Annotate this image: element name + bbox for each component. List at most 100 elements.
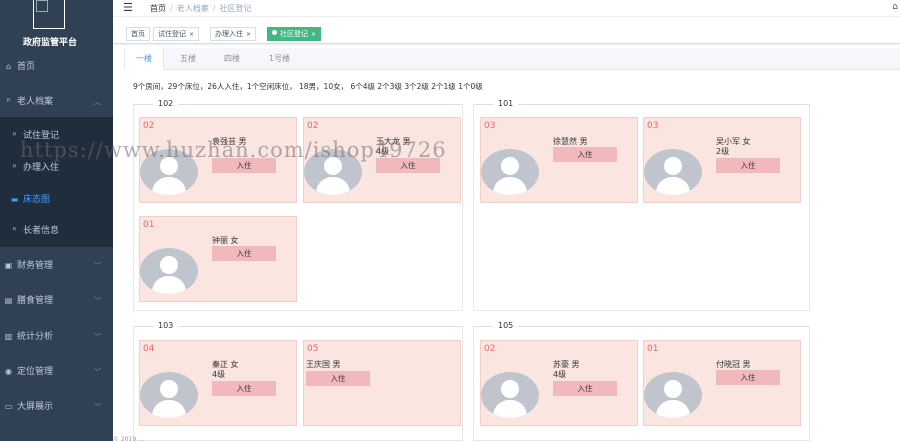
elder-name: 袁强芸 男 xyxy=(212,137,247,146)
check-in-button[interactable]: 入住 xyxy=(306,371,370,386)
sidebar-item-trial-registration[interactable]: ᴿ 试住登记 xyxy=(0,125,113,147)
bed-number: 03 xyxy=(484,121,496,131)
person-icon: ᴿ xyxy=(12,131,17,140)
sidebar-item-label: 试住登记 xyxy=(23,131,60,141)
sidebar-item-label: 长者信息 xyxy=(23,226,60,236)
bed-card[interactable]: 02 王大龙 男 4级 入住 xyxy=(303,117,461,203)
bed-card[interactable]: 04 秦正 女 4级 入住 xyxy=(139,340,297,426)
check-in-button[interactable]: 入住 xyxy=(553,147,617,162)
sidebar-item-label: 办理入住 xyxy=(23,163,60,173)
sidebar-item-check-in[interactable]: ᴿ 办理入住 xyxy=(0,157,113,179)
sidebar-item-finance[interactable]: ▣ 财务管理 ﹀ xyxy=(0,255,113,277)
sidebar: 政府监管平台 ⌂ 首页 ᴿ 老人档案 ︿ ᴿ 试住登记 ᴿ 办理入住 ▬ 床态图 ᴿ 长者信… xyxy=(0,0,113,441)
close-icon[interactable]: × xyxy=(189,31,194,38)
tag-home[interactable]: 首页 xyxy=(126,27,150,41)
chevron-down-icon: ﹀ xyxy=(94,297,101,305)
care-level: 2级 xyxy=(716,147,730,156)
bed-card[interactable]: 01 钟丽 女 入住 xyxy=(139,216,297,302)
occupancy-summary: 9个房间，29个床位，26人入住，1个空闲床位， 18男，10女， 6个4级 2… xyxy=(133,82,483,91)
bed-number: 02 xyxy=(307,121,319,131)
tag-check-in[interactable]: 办理入住 × xyxy=(210,27,257,41)
sidebar-item-elder-info[interactable]: ᴿ 长者信息 xyxy=(0,220,113,242)
chevron-down-icon: ﹀ xyxy=(94,262,101,270)
home-icon: ⌂ xyxy=(5,62,12,71)
avatar xyxy=(644,149,702,195)
avatar xyxy=(644,372,702,418)
care-level: 4级 xyxy=(212,370,226,379)
check-in-button[interactable]: 入住 xyxy=(716,370,780,385)
sidebar-item-label: 大屏展示 xyxy=(17,402,54,412)
sidebar-item-label: 统计分析 xyxy=(17,332,54,342)
sidebar-item-big-screen[interactable]: ▭ 大屏展示 ﹀ xyxy=(0,396,113,418)
avatar xyxy=(481,149,539,195)
elder-name: 付晓冠 男 xyxy=(716,360,751,369)
close-icon[interactable]: × xyxy=(311,31,316,38)
sidebar-item-statistics[interactable]: ▥ 统计分析 ﹀ xyxy=(0,326,113,348)
sidebar-item-bed-map[interactable]: ▬ 床态图 xyxy=(0,189,113,211)
sidebar-item-meal[interactable]: ▤ 膳食管理 ﹀ xyxy=(0,290,113,312)
avatar xyxy=(140,149,198,195)
check-in-button[interactable]: 入住 xyxy=(212,246,276,261)
bed-card[interactable]: 02 袁强芸 男 入住 xyxy=(139,117,297,203)
breadcrumb-item[interactable]: 首页 xyxy=(150,4,166,13)
check-in-button[interactable]: 入住 xyxy=(212,381,276,396)
room-title: 101 xyxy=(493,99,519,108)
close-icon[interactable]: × xyxy=(246,31,251,38)
bed-number: 01 xyxy=(647,344,659,354)
tab-floor-1[interactable]: 一楼 xyxy=(124,48,164,70)
bed-number: 02 xyxy=(143,121,155,131)
location-icon: ◉ xyxy=(5,367,12,376)
chevron-up-icon: ︿ xyxy=(94,98,101,106)
sidebar-item-label: 财务管理 xyxy=(17,261,54,271)
user-menu-icon[interactable]: ⌂ xyxy=(892,2,898,12)
chevron-down-icon: ﹀ xyxy=(94,333,101,341)
elder-name: 钟丽 女 xyxy=(212,236,239,245)
avatar xyxy=(481,372,539,418)
bed-card[interactable]: 03 吴小军 女 2级 入住 xyxy=(643,117,801,203)
room-title: 103 xyxy=(153,321,179,330)
bed-number: 05 xyxy=(307,344,319,354)
footer-text: © 2019 ... xyxy=(113,436,144,443)
floor-tabs: 一楼 五楼 四楼 1号楼 xyxy=(124,48,900,70)
avatar xyxy=(304,149,362,195)
tag-community-registration[interactable]: 社区登记 × xyxy=(267,27,322,41)
avatar xyxy=(140,248,198,294)
check-in-button[interactable]: 入住 xyxy=(553,381,617,396)
finance-icon: ▣ xyxy=(4,261,13,270)
sidebar-item-label: 膳食管理 xyxy=(17,296,54,306)
check-in-button[interactable]: 入住 xyxy=(716,158,780,173)
people-icon: ᴿ xyxy=(12,226,17,235)
sidebar-item-elder-archive[interactable]: ᴿ 老人档案 ︿ xyxy=(0,91,113,113)
chevron-down-icon: ﹀ xyxy=(94,368,101,376)
bed-card[interactable]: 03 徐慧然 男 入住 xyxy=(480,117,638,203)
bed-card[interactable]: 01 付晓冠 男 入住 xyxy=(643,340,801,426)
chevron-down-icon: ﹀ xyxy=(94,403,101,411)
check-in-button[interactable]: 入住 xyxy=(212,158,276,173)
check-in-button[interactable]: 入住 xyxy=(376,158,440,173)
care-level: 4级 xyxy=(376,147,390,156)
hamburger-icon[interactable]: ☰ xyxy=(123,1,133,14)
tab-floor-4[interactable]: 四楼 xyxy=(224,48,240,70)
bed-icon: ▬ xyxy=(10,195,19,204)
bed-number: 02 xyxy=(484,344,496,354)
room-title: 105 xyxy=(493,321,519,330)
person-icon: ᴿ xyxy=(12,163,17,172)
chart-icon: ▥ xyxy=(4,332,13,341)
brand-title: 政府监管平台 xyxy=(22,38,77,48)
breadcrumb: 首页 / 老人档案 / 社区登记 xyxy=(150,4,252,13)
breadcrumb-item: 社区登记 xyxy=(219,4,252,13)
tab-floor-5[interactable]: 五楼 xyxy=(180,48,196,70)
bed-number: 03 xyxy=(647,121,659,131)
elder-name: 王庆国 男 xyxy=(306,360,341,369)
breadcrumb-item[interactable]: 老人档案 xyxy=(177,4,209,13)
main-area: ☰ 首页 / 老人档案 / 社区登记 ⌂ 首页 试住登记 × 办理入住 × 社区登记 × 一楼… xyxy=(113,0,900,441)
sidebar-item-home[interactable]: ⌂ 首页 xyxy=(0,56,113,78)
bed-card[interactable]: 02 苏豪 男 4级 入住 xyxy=(480,340,638,426)
tag-trial-registration[interactable]: 试住登记 × xyxy=(153,27,200,41)
logo-image xyxy=(33,0,65,29)
sidebar-item-label: 首页 xyxy=(17,62,36,72)
bed-number: 04 xyxy=(143,344,155,354)
sidebar-item-location[interactable]: ◉ 定位管理 ﹀ xyxy=(0,361,113,383)
tab-building-1[interactable]: 1号楼 xyxy=(269,48,290,70)
bed-card[interactable]: 05 王庆国 男 入住 xyxy=(303,340,461,426)
